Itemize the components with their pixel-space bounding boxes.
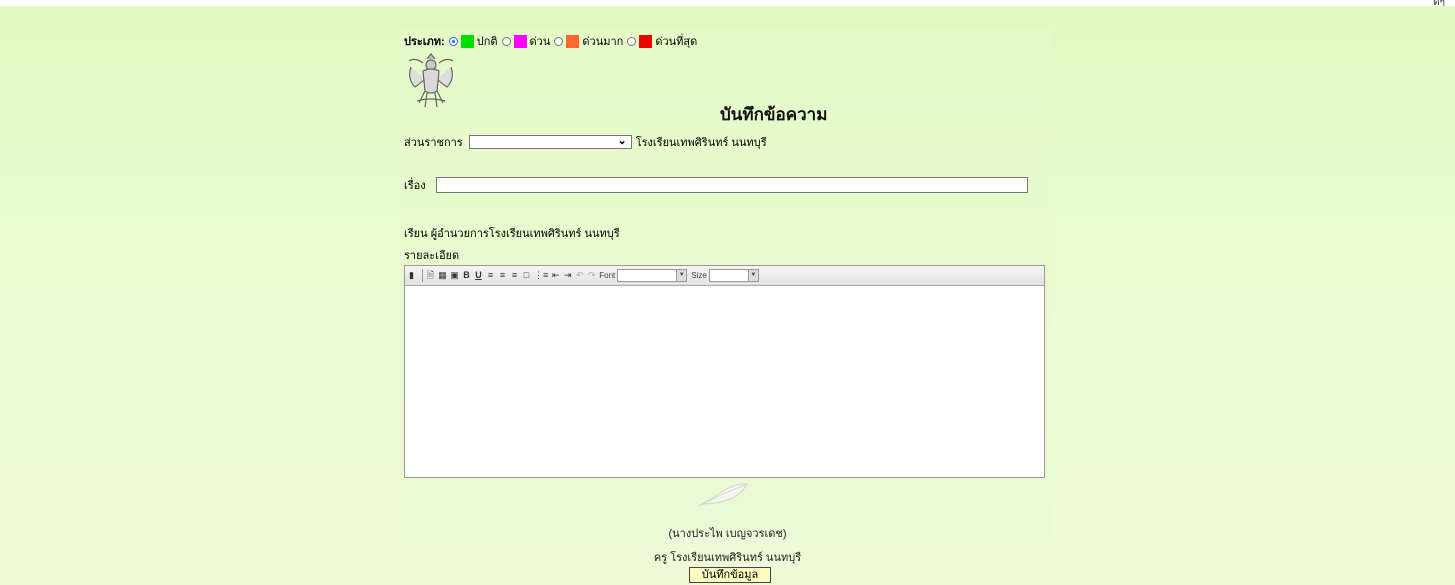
size-select[interactable]: ▼ (708, 269, 759, 282)
urgent-color-swatch (513, 34, 527, 48)
align-right-icon[interactable]: ≡ (510, 270, 519, 281)
priority-label-normal: ปกติ (476, 36, 498, 48)
table-icon[interactable]: ▦ (438, 270, 447, 281)
align-center-icon[interactable]: ≡ (498, 270, 507, 281)
image-icon[interactable]: ▣ (450, 270, 459, 281)
detail-label: รายละเอียด (404, 250, 460, 262)
priority-label-urgent: ด่วน (529, 36, 551, 48)
priority-type-label: ประเภท: (404, 36, 445, 48)
priority-option-most-urgent[interactable]: ด่วนที่สุด (627, 32, 697, 50)
save-button[interactable]: บันทึกข้อมูล (689, 567, 771, 583)
priority-option-urgent[interactable]: ด่วน (501, 32, 551, 50)
radio-very-urgent[interactable] (554, 36, 564, 46)
radio-urgent[interactable] (501, 36, 511, 46)
memo-title: บันทึกข้อความ (720, 105, 828, 124)
signature-position: ครู โรงเรียนเทพศิรินทร์ นนทบุรี (653, 552, 802, 564)
toolbar-handle-icon: ▮ (409, 270, 414, 280)
list-icon[interactable]: ⋮≡ (534, 270, 548, 281)
rich-text-editor: ▮ 🗎 ▦ ▣ B U ≡ ≡ ≡ □ ⋮≡ ⇤ ⇥ ↶ ↷ Font ▼ Si… (404, 265, 1045, 478)
top-strip: ฺ ดีๆ (0, 0, 1455, 6)
box-icon[interactable]: □ (522, 270, 531, 281)
chevron-down-icon: ⌄ (617, 135, 627, 147)
size-label: Size (691, 271, 707, 280)
normal-color-swatch (460, 34, 474, 48)
signature-name: (นางประไพ เบญจวรเดช) (668, 528, 787, 540)
priority-type-row: ประเภท: ปกติ ด่วน ด่วนมาก ด่วนที่สุด (404, 32, 701, 50)
most-urgent-color-swatch (639, 34, 653, 48)
radio-most-urgent[interactable] (627, 36, 637, 46)
font-select[interactable]: ▼ (617, 269, 688, 282)
priority-option-very-urgent[interactable]: ด่วนมาก (554, 32, 623, 50)
editor-content-area[interactable] (405, 286, 1044, 477)
recipient-line: เรียน ผู้อำนวยการโรงเรียนเทพศิรินทร์ นนท… (404, 228, 620, 240)
subject-label: เรื่อง (404, 180, 426, 192)
toolbar-separator (422, 269, 423, 282)
undo-icon[interactable]: ↶ (575, 270, 584, 281)
subject-row: เรื่อง (404, 176, 1028, 194)
department-label: ส่วนราชการ (404, 137, 463, 149)
preview-icon[interactable]: 🗎 (426, 270, 435, 281)
subject-input[interactable] (435, 177, 1028, 193)
font-label: Font (599, 271, 616, 280)
bold-button[interactable]: B (462, 270, 471, 281)
outdent-icon[interactable]: ⇤ (551, 270, 560, 281)
feather-quill-icon (698, 483, 748, 507)
school-name: โรงเรียนเทพศิรินทร์ นนทบุรี (635, 137, 767, 149)
indent-icon[interactable]: ⇥ (563, 270, 572, 281)
department-select[interactable]: ⌄ (468, 135, 632, 149)
redo-icon[interactable]: ↷ (587, 270, 596, 281)
align-left-icon[interactable]: ≡ (486, 270, 495, 281)
priority-option-normal[interactable]: ปกติ (448, 32, 498, 50)
garuda-emblem-icon (408, 53, 454, 108)
priority-label-very-urgent: ด่วนมาก (582, 36, 624, 48)
top-text-fragment: ฺ ดีๆ (1430, 0, 1445, 6)
editor-toolbar: ▮ 🗎 ▦ ▣ B U ≡ ≡ ≡ □ ⋮≡ ⇤ ⇥ ↶ ↷ Font ▼ Si… (405, 266, 1044, 286)
font-dropdown-icon: ▼ (676, 270, 687, 281)
size-dropdown-icon: ▼ (747, 270, 758, 281)
department-row: ส่วนราชการ ⌄ โรงเรียนเทพศิรินทร์ นนทบุรี (404, 133, 767, 151)
underline-button[interactable]: U (474, 270, 483, 281)
radio-normal[interactable] (448, 36, 458, 46)
very-urgent-color-swatch (566, 34, 580, 48)
priority-label-most-urgent: ด่วนที่สุด (655, 36, 698, 48)
